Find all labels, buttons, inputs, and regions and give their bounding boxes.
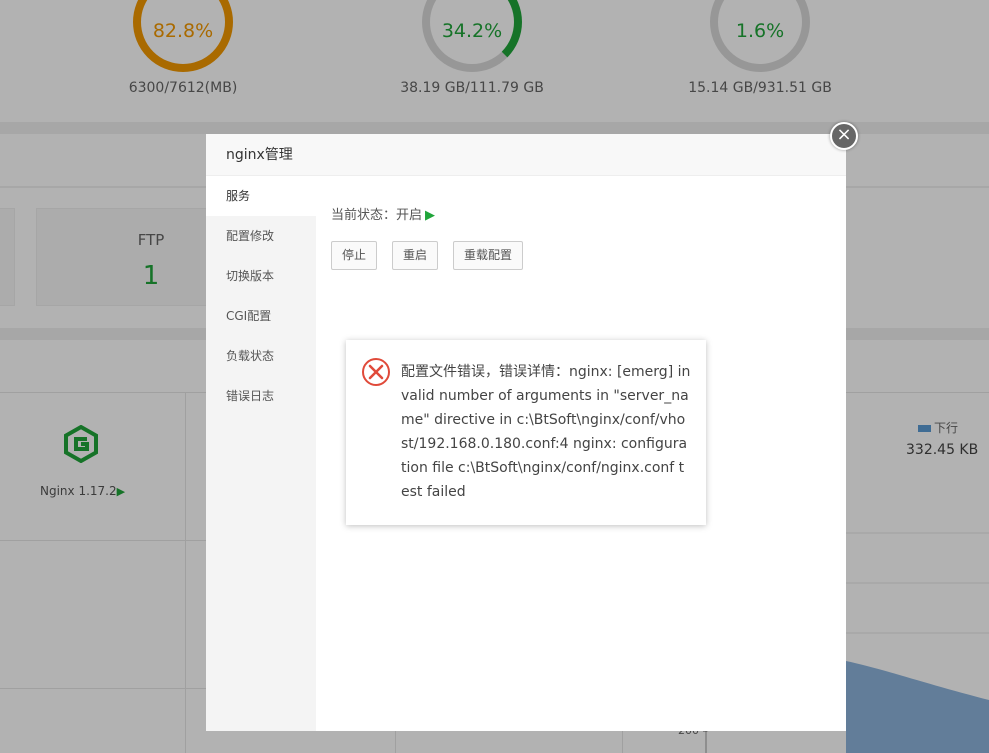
modal-close-icon[interactable]: × [830, 122, 858, 150]
stop-button[interactable]: 停止 [331, 241, 378, 270]
error-circle-icon [362, 358, 390, 386]
restart-button[interactable]: 重启 [392, 241, 439, 270]
nav-item-load-status[interactable]: 负载状态 [206, 336, 316, 376]
modal-side-nav: 服务 配置修改 切换版本 CGI配置 负载状态 错误日志 [206, 176, 316, 731]
status-value: 开启 [396, 208, 423, 223]
nav-item-error-log[interactable]: 错误日志 [206, 376, 316, 416]
modal-title: nginx管理 [206, 134, 846, 176]
error-message-dialog: 配置文件错误，错误详情：nginx: [emerg] invalid numbe… [346, 340, 706, 525]
error-message-text: 配置文件错误，错误详情：nginx: [emerg] invalid numbe… [401, 364, 691, 500]
reload-config-button[interactable]: 重载配置 [453, 241, 524, 270]
nav-item-service[interactable]: 服务 [206, 176, 316, 216]
service-status: 当前状态：开启 ▶ [331, 204, 435, 223]
nav-item-cgi-config[interactable]: CGI配置 [206, 296, 316, 336]
nav-item-switch-version[interactable]: 切换版本 [206, 256, 316, 296]
running-play-icon: ▶ [425, 208, 436, 223]
nav-item-config-edit[interactable]: 配置修改 [206, 216, 316, 256]
status-label: 当前状态： [331, 208, 397, 223]
